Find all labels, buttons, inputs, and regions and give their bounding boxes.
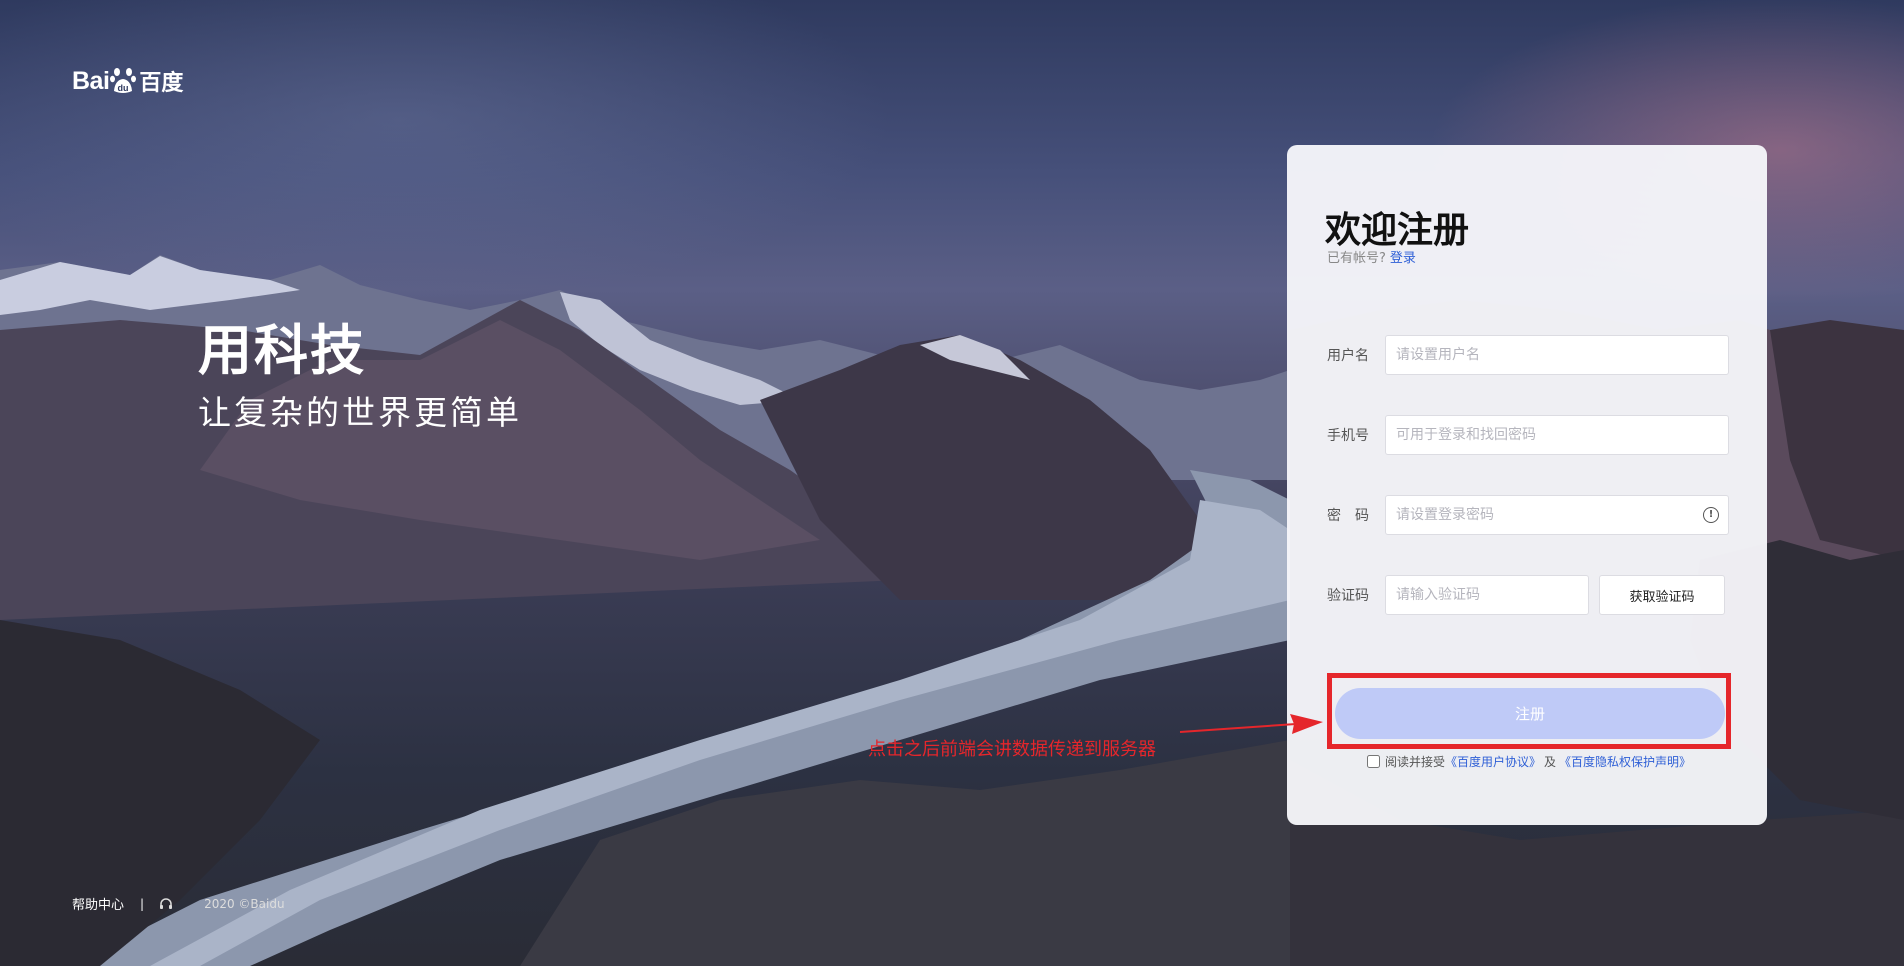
- password-row: 密 码 !: [1327, 495, 1737, 535]
- phone-label: 手机号: [1327, 428, 1369, 444]
- code-row: 验证码 获取验证码: [1327, 575, 1737, 615]
- agreement-checkbox[interactable]: [1367, 755, 1380, 768]
- get-code-button[interactable]: 获取验证码: [1599, 575, 1725, 615]
- logo-text-latin: Bai: [72, 66, 110, 95]
- register-card: 欢迎注册 已有帐号?登录 用户名 手机号 密 码 ! 验证码 获取验证码 注册 …: [1287, 145, 1767, 825]
- privacy-statement-link[interactable]: 《百度隐私权保护声明》: [1559, 753, 1691, 770]
- footer-separator: |: [140, 896, 145, 911]
- password-label: 密 码: [1327, 508, 1369, 524]
- login-link[interactable]: 登录: [1390, 251, 1416, 266]
- help-center-link[interactable]: 帮助中心: [72, 894, 124, 913]
- agreement-text: 阅读并接受: [1385, 755, 1446, 769]
- phone-row: 手机号: [1327, 415, 1737, 455]
- code-label: 验证码: [1327, 588, 1369, 604]
- has-account-text: 已有帐号?: [1327, 251, 1386, 266]
- paw-icon: du: [110, 68, 137, 94]
- username-label: 用户名: [1327, 348, 1369, 364]
- agreement-and: 及: [1544, 755, 1557, 769]
- page-title: 欢迎注册: [1325, 210, 1470, 251]
- headset-icon[interactable]: [158, 896, 174, 912]
- password-input[interactable]: [1385, 495, 1729, 535]
- baidu-logo[interactable]: Bai du 百度: [72, 60, 183, 102]
- slogan: 用科技 让复杂的世界更简单: [198, 318, 522, 434]
- logo-paw-text: du: [118, 83, 129, 93]
- annotation-arrow-icon: [1179, 714, 1323, 734]
- slogan-title: 用科技: [198, 319, 366, 382]
- phone-input[interactable]: [1385, 415, 1729, 455]
- agreement-row: 阅读并接受 《百度用户协议》 及 《百度隐私权保护声明》: [1367, 753, 1691, 770]
- username-row: 用户名: [1327, 335, 1737, 375]
- password-field-wrap: !: [1385, 495, 1729, 535]
- user-agreement-link[interactable]: 《百度用户协议》: [1445, 753, 1541, 770]
- logo-text-cn: 百度: [139, 71, 184, 96]
- password-info-icon[interactable]: !: [1703, 507, 1719, 523]
- slogan-subtitle: 让复杂的世界更简单: [198, 393, 522, 432]
- has-account-prompt: 已有帐号? 登录: [1327, 247, 1416, 266]
- footer: 帮助中心 | 2020 ©Baidu: [72, 894, 285, 914]
- register-button[interactable]: 注册: [1335, 688, 1725, 739]
- copyright-text: 2020 ©Baidu: [204, 896, 285, 911]
- username-input[interactable]: [1385, 335, 1729, 375]
- annotation-text: 点击之后前端会讲数据传递到服务器: [868, 739, 1156, 760]
- code-input[interactable]: [1385, 575, 1589, 615]
